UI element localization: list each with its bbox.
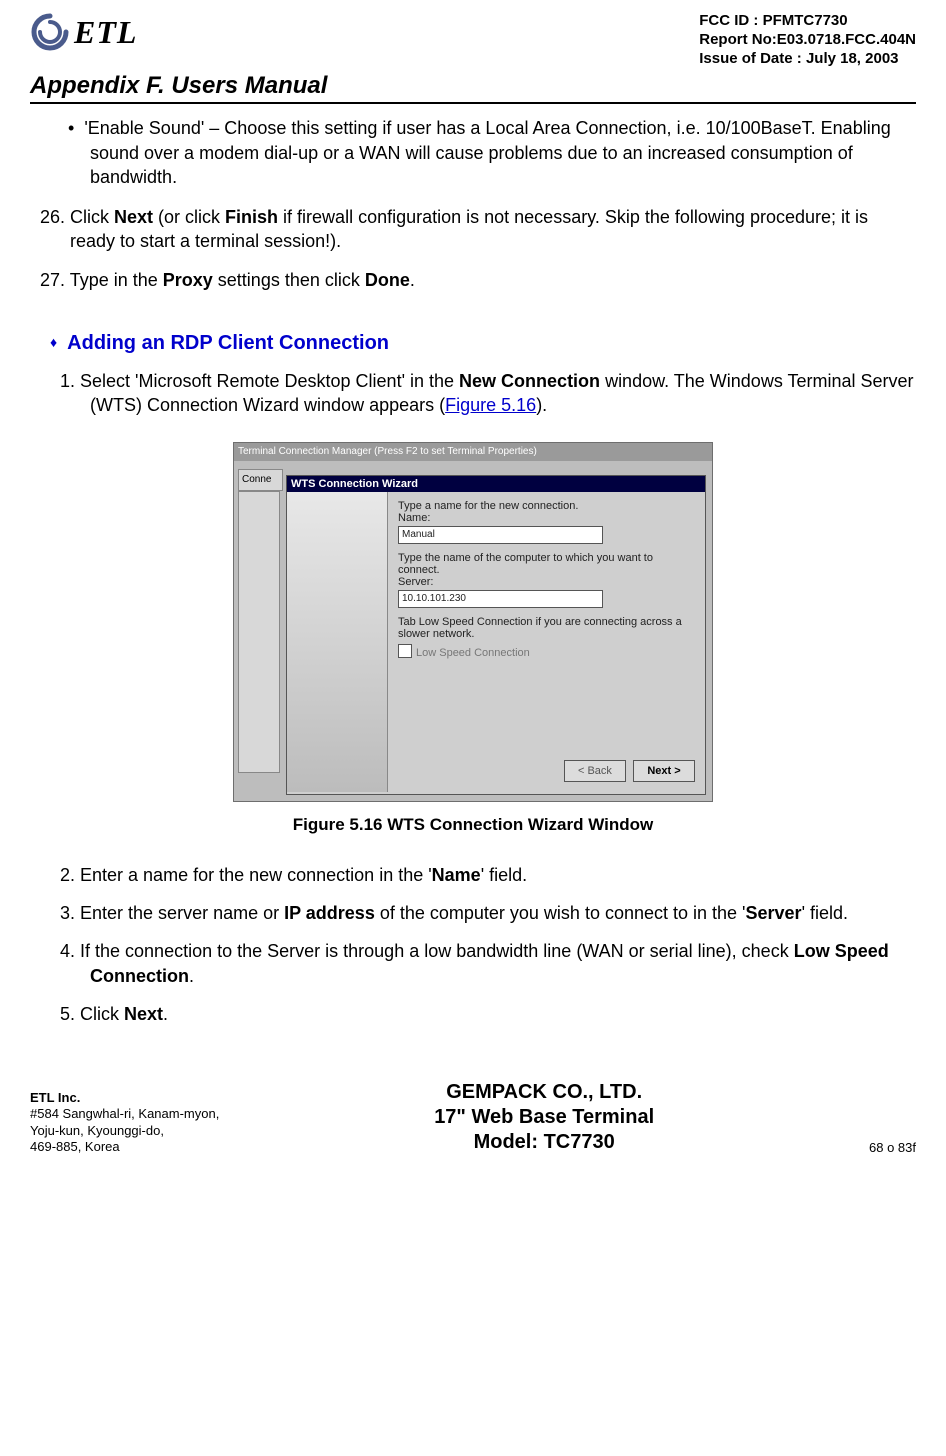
rdp-step-5: 5. Click Next.: [90, 1002, 916, 1026]
wizard-back-button[interactable]: < Back: [564, 760, 626, 782]
footer-addr3: 469-885, Korea: [30, 1139, 219, 1155]
swirl-icon: [30, 12, 70, 52]
wizard-name-input[interactable]: Manual: [398, 526, 603, 544]
step26-pre: 26. Click: [40, 207, 114, 227]
footer-addr1: #584 Sangwhal-ri, Kanam-myon,: [30, 1106, 219, 1122]
rdp1-pre: 1. Select 'Microsoft Remote Desktop Clie…: [60, 371, 459, 391]
header-meta: FCC ID : PFMTC7730 Report No:E03.0718.FC…: [699, 12, 916, 68]
rdp4-post: .: [189, 966, 194, 986]
step27-mid: settings then click: [213, 270, 365, 290]
page-footer: ETL Inc. #584 Sangwhal-ri, Kanam-myon, Y…: [30, 1080, 916, 1155]
step27-done: Done: [365, 270, 410, 290]
connections-panel: [238, 491, 280, 773]
rdp2-name: Name: [432, 865, 481, 885]
wizard-line3: Tab Low Speed Connection if you are conn…: [398, 616, 695, 640]
rdp-step-4: 4. If the connection to the Server is th…: [90, 939, 916, 988]
bullet-enable-sound-text: 'Enable Sound' – Choose this setting if …: [84, 118, 890, 187]
connections-tab[interactable]: Conne: [238, 469, 283, 491]
footer-page-number: 68 o 83f: [869, 1140, 916, 1155]
figure-caption-5-16: Figure 5.16 WTS Connection Wizard Window: [30, 815, 916, 835]
footer-company: ETL Inc.: [30, 1090, 219, 1106]
rdp3-server: Server: [746, 903, 802, 923]
rdp1-newconn: New Connection: [459, 371, 600, 391]
wizard-name-label: Name:: [398, 512, 695, 524]
wizard-line1: Type a name for the new connection.: [398, 500, 695, 512]
wizard-server-label: Server:: [398, 576, 695, 588]
wts-wizard-dialog: WTS Connection Wizard Type a name for th…: [286, 475, 706, 795]
rdp1-post: ).: [536, 395, 547, 415]
rdp3-pre: 3. Enter the server name or: [60, 903, 284, 923]
header-rule: [30, 102, 916, 104]
rdp3-post: ' field.: [802, 903, 848, 923]
company-logo: ETL: [30, 12, 137, 52]
wizard-line2: Type the name of the computer to which y…: [398, 552, 695, 576]
rdp2-pre: 2. Enter a name for the new connection i…: [60, 865, 432, 885]
issue-date: Issue of Date : July 18, 2003: [699, 50, 916, 69]
rdp2-post: ' field.: [481, 865, 527, 885]
rdp5-pre: 5. Click: [60, 1004, 124, 1024]
step-27: 27. Type in the Proxy settings then clic…: [70, 268, 916, 292]
step-26: 26. Click Next (or click Finish if firew…: [70, 205, 916, 254]
step26-finish: Finish: [225, 207, 278, 227]
logo-text: ETL: [74, 14, 137, 51]
footer-addr2: Yoju-kun, Kyounggi-do,: [30, 1123, 219, 1139]
rdp3-mid: of the computer you wish to connect to i…: [375, 903, 746, 923]
footer-center1: GEMPACK CO., LTD.: [434, 1080, 654, 1105]
appendix-title: Appendix F. Users Manual: [30, 72, 916, 100]
diamond-icon: ♦: [50, 334, 57, 350]
wizard-screenshot: Terminal Connection Manager (Press F2 to…: [233, 442, 713, 802]
report-no: Report No:E03.0718.FCC.404N: [699, 31, 916, 50]
step26-mid: (or click: [153, 207, 225, 227]
fcc-id: FCC ID : PFMTC7730: [699, 12, 916, 31]
wizard-titlebar: WTS Connection Wizard: [287, 476, 705, 492]
rdp4-pre: 4. If the connection to the Server is th…: [60, 941, 794, 961]
footer-center2: 17" Web Base Terminal: [434, 1105, 654, 1130]
step27-proxy: Proxy: [163, 270, 213, 290]
rdp-step-2: 2. Enter a name for the new connection i…: [90, 863, 916, 887]
rdp-step-3: 3. Enter the server name or IP address o…: [90, 901, 916, 925]
step27-post: .: [410, 270, 415, 290]
wizard-next-button[interactable]: Next >: [633, 760, 695, 782]
low-speed-checkbox[interactable]: [398, 644, 412, 658]
rdp-step-1: 1. Select 'Microsoft Remote Desktop Clie…: [90, 369, 916, 418]
low-speed-label: Low Speed Connection: [416, 647, 530, 659]
wizard-side-graphic: [287, 492, 388, 792]
step27-pre: 27. Type in the: [40, 270, 163, 290]
footer-center3: Model: TC7730: [434, 1130, 654, 1155]
section-heading-text: Adding an RDP Client Connection: [67, 332, 389, 354]
section-heading-rdp: ♦ Adding an RDP Client Connection: [50, 332, 916, 355]
wizard-server-input[interactable]: 10.10.101.230: [398, 590, 603, 608]
step26-next: Next: [114, 207, 153, 227]
bullet-enable-sound: • 'Enable Sound' – Choose this setting i…: [90, 116, 916, 189]
rdp5-next: Next: [124, 1004, 163, 1024]
rdp5-post: .: [163, 1004, 168, 1024]
figure-link-5-16[interactable]: Figure 5.16: [445, 395, 536, 415]
rdp3-ip: IP address: [284, 903, 375, 923]
outer-window-titlebar: Terminal Connection Manager (Press F2 to…: [234, 443, 712, 461]
